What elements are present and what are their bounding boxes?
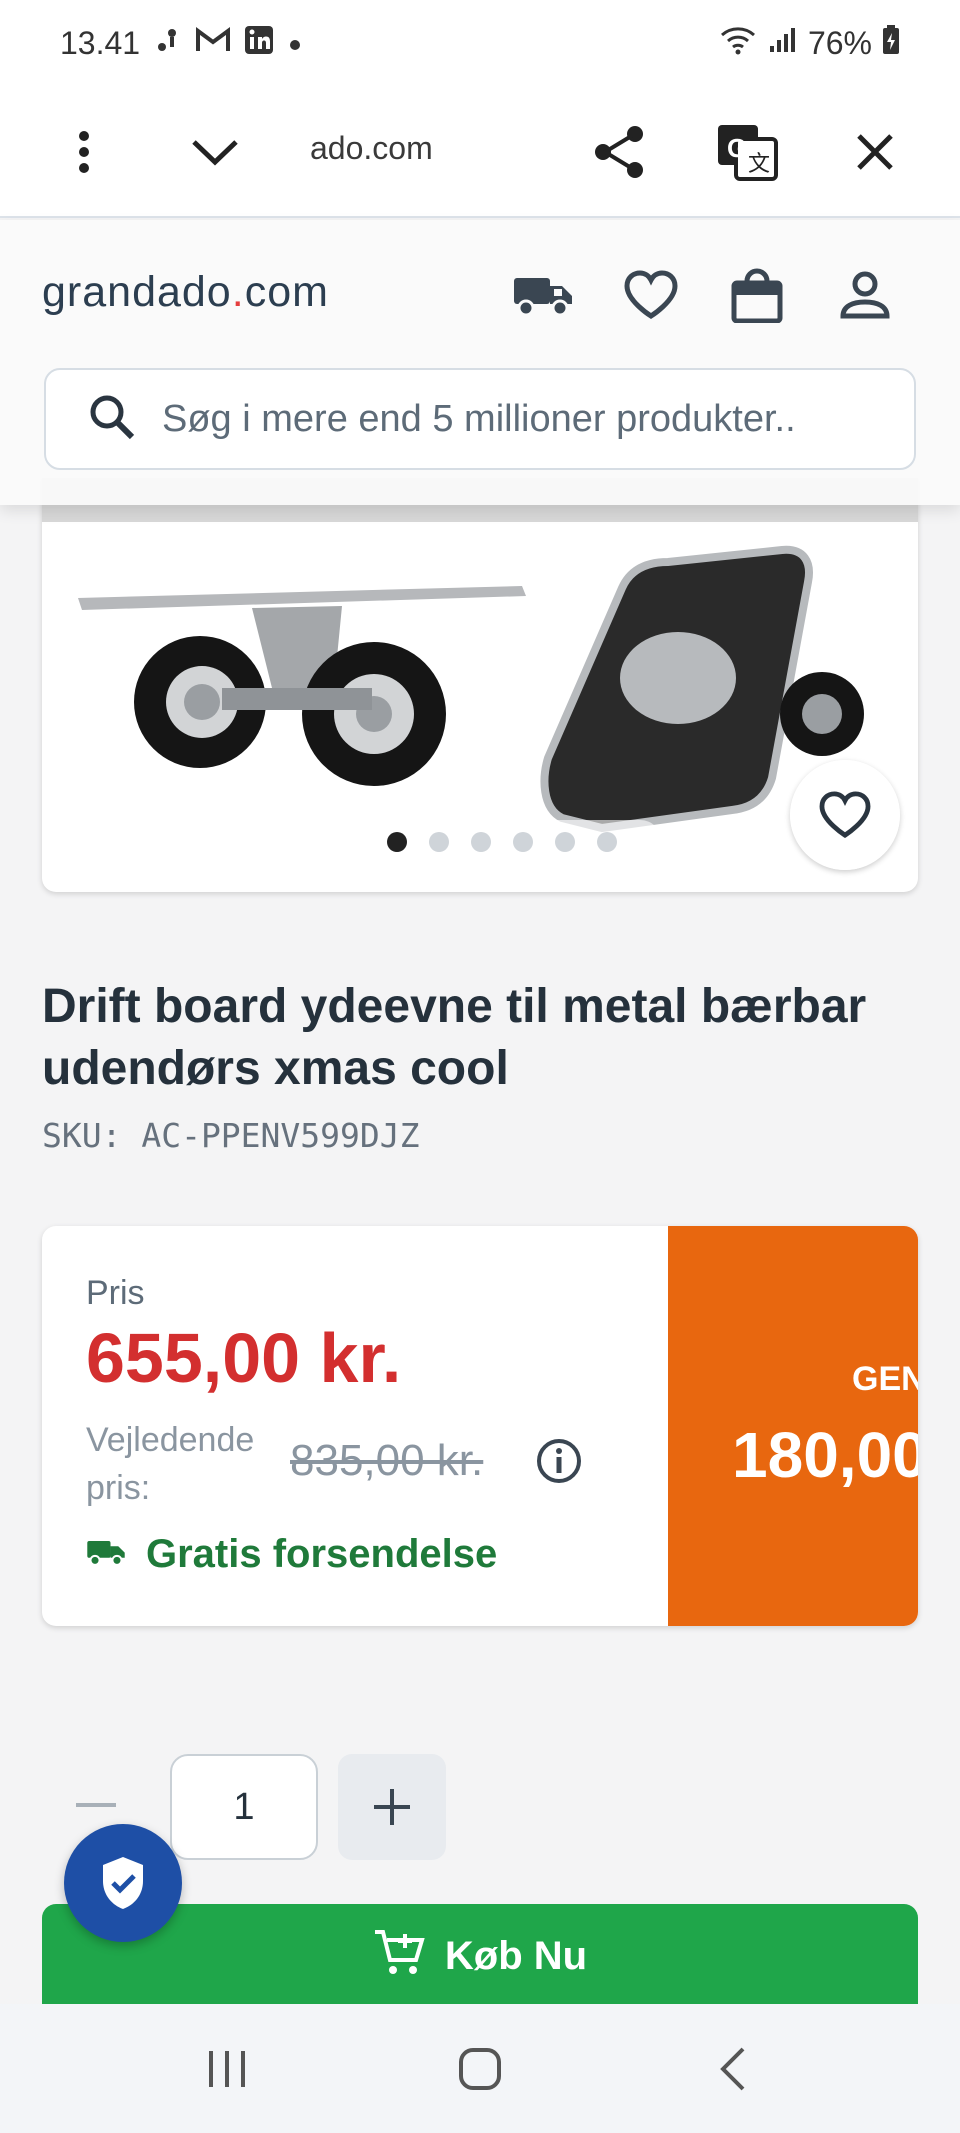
shipping-truck-icon: [86, 1537, 126, 1572]
share-icon[interactable]: [584, 114, 654, 190]
recent-apps-button[interactable]: [177, 2029, 277, 2109]
savings-label: GEN: [852, 1360, 918, 1398]
linkedin-icon: [244, 25, 274, 62]
svg-text:G: G: [727, 133, 747, 163]
chevron-down-icon[interactable]: [180, 114, 250, 190]
svg-text:文: 文: [748, 151, 770, 176]
url-text[interactable]: ado.com: [310, 130, 433, 167]
bag-icon[interactable]: [722, 260, 792, 330]
logo-main: grandado: [42, 268, 232, 316]
logo-dot: .: [231, 268, 245, 316]
plus-icon: [374, 1789, 410, 1825]
savings-panel: GEN 180,00: [668, 1226, 918, 1626]
system-nav-bar: [0, 2004, 960, 2133]
signal-icon: [768, 26, 798, 61]
price-card: Pris 655,00 kr. Vejledende pris: 835,00 …: [42, 1226, 918, 1626]
status-dot-icon: [288, 27, 302, 59]
more-vert-icon[interactable]: [52, 114, 116, 190]
site-logo[interactable]: grandado.com: [42, 268, 329, 317]
product-sku: SKU: AC-PPENV599DJZ: [42, 1116, 420, 1155]
rrp-label: Vejledende pris:: [86, 1421, 255, 1507]
wifi-icon: [718, 25, 758, 62]
battery-percent: 76%: [807, 24, 872, 61]
site-header: grandado.com Søg i mere end 5 millioner …: [0, 220, 960, 505]
translate-icon[interactable]: G文: [712, 114, 782, 190]
battery-icon: [882, 24, 900, 62]
gallery-dot-1[interactable]: [387, 832, 407, 852]
gallery-dot-4[interactable]: [513, 832, 533, 852]
price-value: 655,00 kr.: [86, 1319, 402, 1397]
quantity-increase-button[interactable]: [338, 1754, 446, 1860]
back-button[interactable]: [683, 2029, 783, 2109]
status-left: 13.41: [60, 25, 302, 62]
status-bar: 13.41 76%: [0, 0, 960, 86]
search-placeholder: Søg i mere end 5 millioner produkter..: [162, 397, 796, 440]
shield-check-icon: [103, 1857, 143, 1909]
cart-add-icon: [373, 1928, 425, 1983]
shipping-text: Gratis forsendelse: [146, 1532, 498, 1576]
gallery-dot-2[interactable]: [429, 832, 449, 852]
shipping-info: Gratis forsendelse: [86, 1532, 497, 1577]
status-time: 13.41: [60, 24, 141, 61]
back-icon: [720, 2047, 745, 2090]
minus-icon: [76, 1803, 116, 1807]
status-right: 76%: [718, 24, 900, 62]
product-image-card[interactable]: [42, 478, 918, 892]
trust-badge-button[interactable]: [64, 1824, 182, 1942]
gmail-icon: [196, 26, 231, 60]
savings-value: 180,00: [732, 1419, 918, 1491]
close-icon[interactable]: [840, 114, 910, 190]
gallery-dot-3[interactable]: [471, 832, 491, 852]
price-label: Pris: [86, 1274, 145, 1312]
home-button[interactable]: [430, 2029, 530, 2109]
notification-dots-icon: [154, 25, 182, 62]
favorite-button[interactable]: [790, 760, 900, 870]
search-icon: [88, 393, 136, 446]
product-title: Drift board ydeevne til metal bærbar ude…: [42, 980, 867, 1095]
heart-icon: [819, 791, 871, 838]
search-box[interactable]: Søg i mere end 5 millioner produkter..: [44, 368, 916, 470]
home-icon: [458, 2047, 501, 2090]
user-icon[interactable]: [830, 260, 900, 330]
gallery-dot-6[interactable]: [597, 832, 617, 852]
truck-icon[interactable]: [508, 260, 578, 330]
quantity-input[interactable]: 1: [170, 1754, 318, 1860]
rrp-value: 835,00 kr.: [290, 1436, 484, 1485]
gallery-dot-5[interactable]: [555, 832, 575, 852]
recent-apps-icon: [208, 2050, 245, 2087]
gallery-dots: [342, 820, 662, 864]
logo-tld: com: [244, 268, 329, 316]
buy-now-label: Køb Nu: [444, 1934, 588, 1978]
browser-toolbar: ado.com G文: [0, 86, 960, 218]
info-icon[interactable]: [534, 1436, 584, 1486]
heart-icon[interactable]: [616, 260, 686, 330]
